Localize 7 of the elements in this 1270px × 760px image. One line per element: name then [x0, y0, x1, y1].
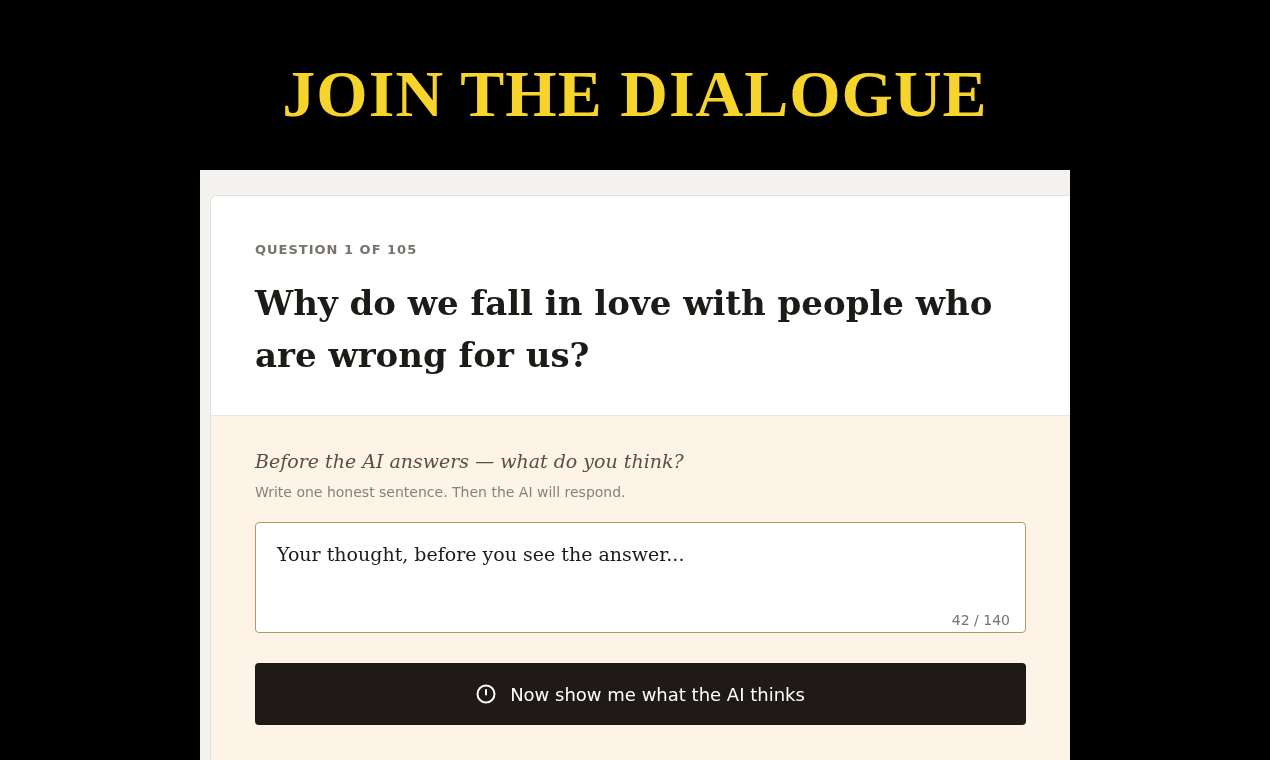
character-count: 42 / 140 [951, 612, 1010, 628]
question-text: Why do we fall in love with people who are wrong for us? [255, 282, 994, 377]
page-heading: JOIN THE DIALOGUE [282, 56, 988, 132]
prompt-title: Before the AI answers — what do you think? [255, 450, 685, 472]
submit-button[interactable]: Now show me what the AI thinks [255, 663, 1026, 725]
prompt-hint: Write one honest sentence. Then the AI will respond. [255, 484, 627, 500]
question-counter: QUESTION 1 OF 105 [255, 242, 419, 257]
